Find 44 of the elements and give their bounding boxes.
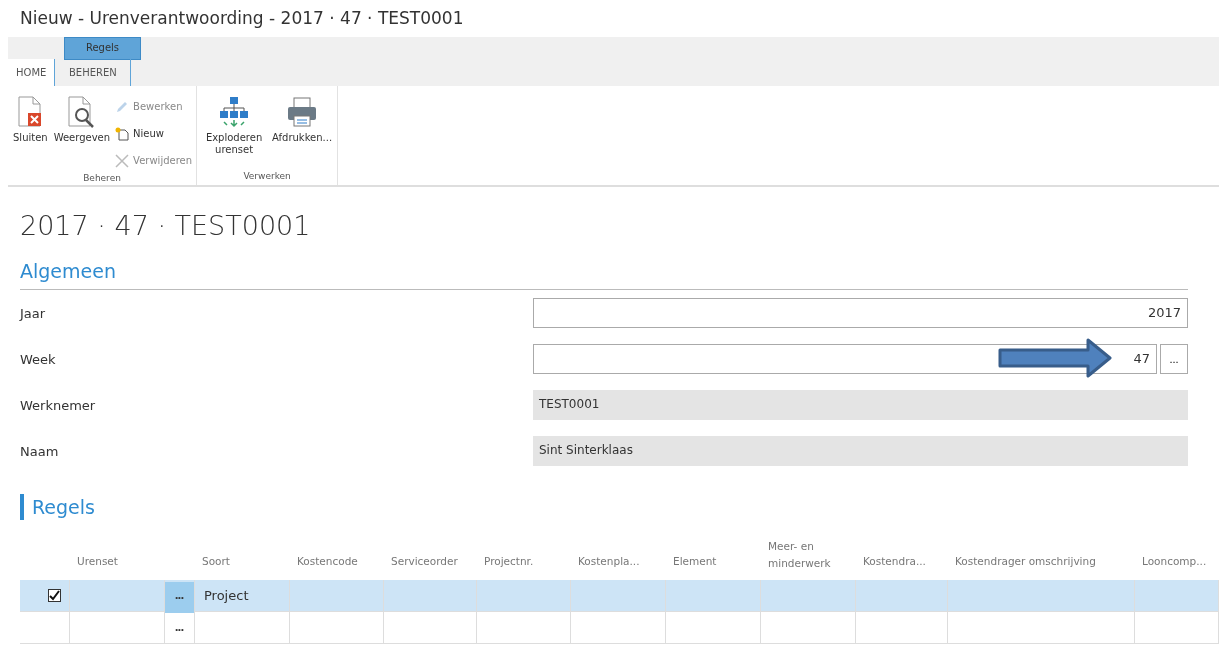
readonly-field: TEST0001 — [533, 390, 1188, 420]
column-header[interactable]: Serviceorder — [391, 555, 458, 567]
table-cell: Project — [195, 580, 290, 612]
field-label: Naam — [20, 443, 60, 459]
field-label: Jaar — [20, 305, 47, 321]
column-header[interactable]: Looncomp... — [1142, 555, 1207, 567]
readonly-field: Sint Sinterklaas — [533, 436, 1188, 466]
ribbon-button[interactable]: Sluiten — [10, 94, 51, 162]
close-document-icon — [17, 96, 44, 128]
column-header[interactable]: Meer- en minderwerk — [768, 538, 856, 572]
input-field[interactable]: 47 — [533, 344, 1157, 374]
context-tab-group: Regels — [64, 37, 141, 60]
column-header[interactable]: Kostendra... — [863, 555, 926, 567]
column-header[interactable]: Kostendrager omschrijving — [955, 555, 1096, 567]
lookup-button[interactable]: ... — [1160, 344, 1188, 374]
ribbon-button[interactable]: Weergeven — [50, 94, 114, 162]
new-document-icon — [115, 126, 130, 141]
column-header[interactable]: Kostencode — [297, 555, 358, 567]
group-label: Verwerken — [242, 171, 292, 183]
field-label: Week — [20, 351, 57, 367]
input-field[interactable]: 2017 — [533, 298, 1188, 328]
section-heading: Algemeen — [20, 260, 117, 284]
column-header[interactable]: Soort — [202, 555, 230, 567]
hierarchy-icon — [219, 96, 250, 128]
ribbon-button[interactable]: Nieuw — [113, 121, 195, 146]
column-header[interactable]: Kostenpla... — [578, 555, 640, 567]
delete-icon — [115, 153, 130, 168]
ribbon-button[interactable]: Exploderen urenset — [199, 94, 270, 162]
row-menu-button[interactable]: ••• — [165, 614, 194, 645]
window-title: Nieuw - Urenverantwoording - 2017 · 47 · TEST0001 — [19, 7, 465, 30]
checkbox[interactable] — [48, 589, 61, 602]
column-header[interactable]: Projectnr. — [484, 555, 534, 567]
row-menu-button[interactable]: ••• — [165, 582, 194, 613]
ribbon-button[interactable]: Afdrukken... — [269, 94, 336, 162]
ribbon-tab[interactable]: BEHEREN — [54, 59, 132, 86]
group-label: Beheren — [82, 173, 122, 185]
pencil-icon — [115, 99, 130, 114]
section-heading: Regels — [20, 494, 1188, 520]
column-header[interactable]: Urenset — [77, 555, 118, 567]
page-title: 2017 · 47 · TEST0001 — [20, 210, 312, 243]
ribbon-tab[interactable]: HOME — [8, 59, 55, 86]
printer-icon — [286, 96, 319, 128]
field-label: Werknemer — [20, 397, 97, 413]
column-header[interactable]: Element — [673, 555, 717, 567]
